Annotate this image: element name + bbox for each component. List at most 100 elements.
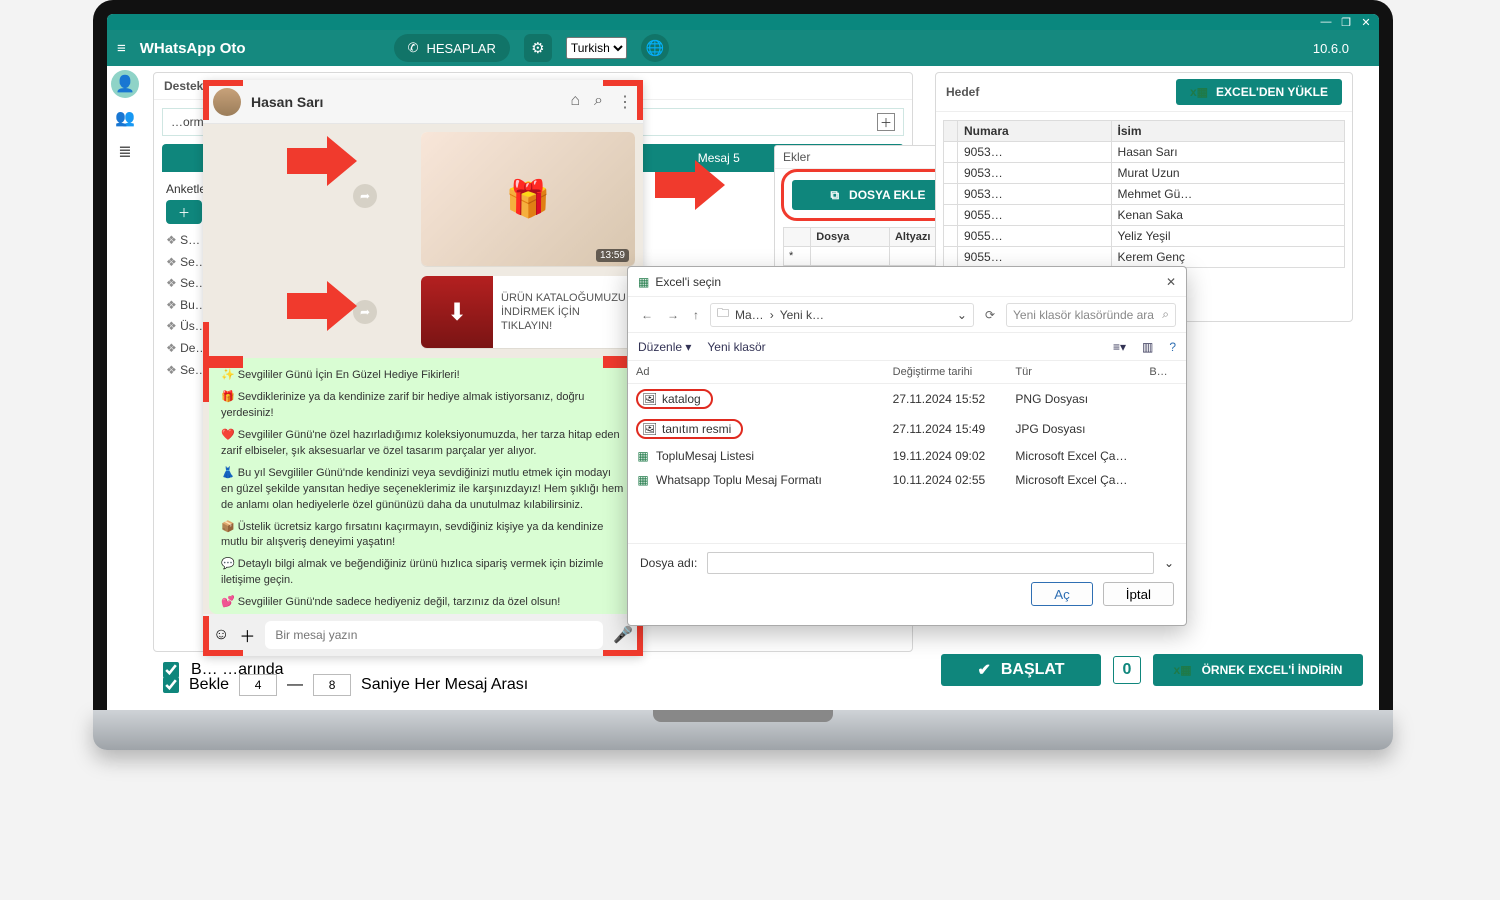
cancel-button[interactable]: İptal (1103, 582, 1174, 606)
view-mode-icon[interactable]: ≡▾ (1113, 340, 1126, 354)
load-excel-button[interactable]: x▦ EXCEL'DEN YÜKLE (1176, 79, 1342, 105)
annotation-arrow-icon (287, 136, 357, 186)
web-button[interactable]: 🌐 (641, 34, 669, 62)
mic-icon[interactable]: 🎤 (613, 625, 633, 645)
chevron-down-icon[interactable]: ⌄ (1164, 556, 1174, 570)
col-size: B… (1141, 361, 1186, 384)
table-row[interactable]: 9053…Mehmet Gü… (944, 184, 1345, 205)
open-button[interactable]: Aç (1031, 582, 1093, 606)
chat-input-bar: ☺ ＋ 🎤 (203, 614, 643, 656)
version-label: 10.6.0 (1313, 41, 1349, 56)
file-list: Ad Değiştirme tarihi Tür B… 🖼katalog27.1… (628, 361, 1186, 492)
file-row[interactable]: ▦Whatsapp Toplu Mesaj Formatı10.11.2024 … (628, 468, 1186, 492)
accounts-button[interactable]: ✆ HESAPLAR (394, 34, 510, 62)
new-folder-button[interactable]: Yeni klasör (707, 340, 765, 354)
file-row[interactable]: 🖼tanıtım resmi27.11.2024 15:49JPG Dosyas… (628, 414, 1186, 444)
sent-counter: 0 (1113, 656, 1141, 684)
language-select[interactable]: Turkish (566, 37, 627, 59)
maximize-button[interactable]: ❐ (1339, 15, 1353, 29)
store-icon[interactable]: ⌂ (570, 92, 580, 112)
message-bubble: ✨ Sevgililer Günü İçin En Güzel Hediye F… (209, 358, 637, 614)
filename-label: Dosya adı: (640, 556, 697, 570)
breadcrumb[interactable]: 🗀 Ma…› Yeni k… ⌄ (710, 303, 974, 327)
annotation-arrow-icon (655, 160, 725, 210)
dialog-title: Excel'i seçin (655, 275, 721, 289)
search-icon[interactable]: ⌕ (594, 92, 603, 112)
refresh-icon[interactable]: ⟳ (982, 305, 998, 325)
col-file: Dosya (811, 228, 890, 247)
avatar (213, 88, 241, 116)
emoji-icon[interactable]: ☺ (213, 626, 229, 644)
chat-header: Hasan Sarı ⌂ ⌕ ⋮ (203, 80, 643, 124)
filename-input[interactable] (707, 552, 1154, 574)
pdf-caption: ÜRÜN KATALOĞUMUZU İNDİRMEK İÇİN TIKLAYIN… (493, 276, 635, 348)
laptop-mockup: — ❐ ✕ ≡ WHatsApp Oto ✆ HESAPLAR ⚙ Turkis… (93, 0, 1393, 750)
app-header: ≡ WHatsApp Oto ✆ HESAPLAR ⚙ Turkish 🌐 10… (107, 30, 1379, 66)
excel-icon: ▦ (638, 275, 649, 289)
excel-icon: x▦ (1174, 663, 1192, 677)
dialog-search[interactable]: Yeni klasör klasöründe ara ⌕ (1006, 303, 1176, 327)
targets-table: Numaraİsim 9053…Hasan Sarı 9053…Murat Uz… (943, 120, 1345, 268)
folder-icon: 🗀 (717, 304, 729, 325)
col-name: Ad (628, 361, 885, 384)
hamburger-icon[interactable]: ≡ (117, 40, 126, 57)
banner-add-icon[interactable]: ＋ (877, 113, 895, 131)
target-header: Hedef (946, 85, 979, 99)
wait-label: Bekle (189, 676, 229, 694)
start-button[interactable]: ✔ BAŞLAT (941, 654, 1101, 686)
preview-pane-icon[interactable]: ▥ (1142, 340, 1153, 354)
organize-menu[interactable]: Düzenle ▾ (638, 340, 691, 354)
forward-icon[interactable]: ➦ (353, 184, 377, 208)
help-icon[interactable]: ? (1169, 340, 1176, 354)
col-name: İsim (1111, 121, 1344, 142)
sidebar-item-group[interactable]: 👥 (111, 104, 139, 132)
whatsapp-chat-preview: Hasan Sarı ⌂ ⌕ ⋮ ➦ ➦ 🎁 13:59 ⬇ (203, 80, 643, 656)
window-controls: — ❐ ✕ (107, 14, 1379, 30)
wait-min-input[interactable] (239, 674, 277, 696)
table-row[interactable]: 9053…Murat Uzun (944, 163, 1345, 184)
table-row[interactable]: 9053…Hasan Sarı (944, 142, 1345, 163)
image-attachment-preview[interactable]: 🎁 13:59 (421, 132, 635, 266)
chat-input[interactable] (265, 621, 603, 649)
globe-icon: 🌐 (646, 39, 665, 57)
table-row[interactable]: 9055…Kerem Genç (944, 247, 1345, 268)
wait-checkbox[interactable] (163, 677, 179, 693)
pdf-attachment-preview[interactable]: ⬇ ÜRÜN KATALOĞUMUZU İNDİRMEK İÇİN TIKLAY… (421, 276, 635, 348)
chevron-down-icon[interactable]: ⌄ (957, 308, 967, 322)
whatsapp-icon: ✆ (408, 40, 419, 56)
file-row[interactable]: ▦TopluMesaj Listesi19.11.2024 09:02Micro… (628, 444, 1186, 468)
file-row[interactable]: 🖼katalog27.11.2024 15:52PNG Dosyası (628, 384, 1186, 415)
search-icon: ⌕ (1162, 307, 1169, 322)
settings-button[interactable]: ⚙ (524, 34, 552, 62)
nav-back-icon[interactable]: ← (638, 305, 656, 325)
sidebar-item-user[interactable]: 👤 (111, 70, 139, 98)
attach-icon[interactable]: ＋ (239, 623, 255, 647)
sample-label: ÖRNEK EXCEL'İ İNDİRİN (1202, 663, 1343, 677)
duration-badge: 13:59 (596, 249, 629, 262)
pdf-icon: ⬇ (421, 276, 493, 348)
annotation-arrow-icon (287, 281, 357, 331)
accounts-label: HESAPLAR (427, 41, 496, 56)
table-row[interactable]: 9055…Yeliz Yeşil (944, 226, 1345, 247)
table-row[interactable]: 9055…Kenan Saka (944, 205, 1345, 226)
open-icon: ⧉ (830, 188, 839, 203)
nav-forward-icon[interactable]: → (664, 305, 682, 325)
excel-icon: x▦ (1190, 85, 1208, 99)
close-button[interactable]: ✕ (1359, 15, 1373, 29)
col-type: Tür (1007, 361, 1141, 384)
sidebar-item-list[interactable]: ≣ (111, 138, 139, 166)
file-open-dialog: ▦ Excel'i seçin ✕ ← → ↑ 🗀 Ma…› Yeni k… ⌄… (627, 266, 1187, 626)
minimize-button[interactable]: — (1319, 15, 1333, 29)
start-label: BAŞLAT (1001, 661, 1065, 679)
contact-name: Hasan Sarı (251, 94, 323, 110)
col-number: Numara (958, 121, 1112, 142)
download-sample-button[interactable]: x▦ ÖRNEK EXCEL'İ İNDİRİN (1153, 654, 1363, 686)
add-file-label: DOSYA EKLE (849, 188, 925, 202)
col-date: Değiştirme tarihi (885, 361, 1008, 384)
wait-max-input[interactable] (313, 674, 351, 696)
add-poll-button[interactable]: ＋ (166, 200, 202, 224)
nav-up-icon[interactable]: ↑ (690, 305, 702, 325)
dialog-close-icon[interactable]: ✕ (1166, 275, 1176, 289)
sidebar: 👤 👥 ≣ (107, 66, 143, 166)
more-icon[interactable]: ⋮ (617, 92, 633, 112)
